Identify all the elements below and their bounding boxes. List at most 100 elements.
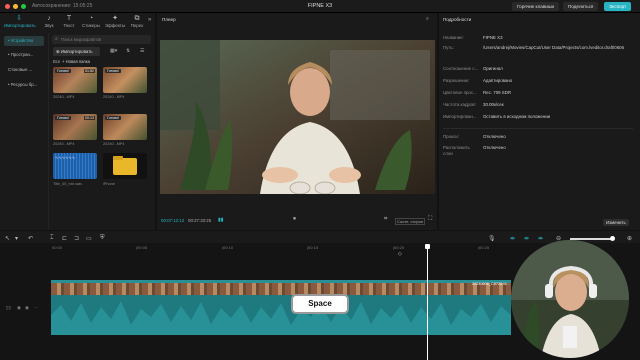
search-icon: ⌕ <box>55 36 58 42</box>
edit-button[interactable]: Изменить <box>603 219 629 226</box>
video-clip-track[interactable] <box>51 283 511 295</box>
new-folder-button[interactable]: + Новая папка <box>62 59 90 64</box>
hotkeys-button[interactable]: Горячие клавиши <box>512 2 560 11</box>
microphone-icon[interactable]: 🎙 <box>488 235 496 242</box>
fullscreen-icon[interactable]: ⛶ <box>428 216 432 223</box>
media-thumb-label: 20240...MP4 <box>103 95 125 99</box>
webcam-overlay <box>511 240 629 358</box>
sticker-icon: ◔ <box>88 15 94 22</box>
split-right-icon[interactable]: ⊐ <box>74 235 79 242</box>
detail-row: Цветовое прос... Rec. 709 SDR <box>443 90 512 95</box>
detail-row: Импортирован... Оставить в исходном полож… <box>443 114 551 119</box>
undo-icon[interactable]: ↶ <box>28 235 33 242</box>
export-button[interactable]: Экспорт <box>604 2 632 11</box>
track-lock-icon[interactable]: ▯▯ <box>6 305 11 311</box>
select-tool-icon[interactable]: ↖ <box>5 235 10 242</box>
more-tools-button[interactable]: » <box>148 17 151 23</box>
detail-row: Частота кадров: 30.00к/сек <box>443 102 504 107</box>
sidebar-item-brand[interactable]: • Ресурсы бр... <box>4 80 44 90</box>
waveform-toggle-icon[interactable]: ▮▮ <box>218 217 224 223</box>
track-more-icon[interactable]: ⋯ <box>34 305 39 311</box>
clip-duration: 01:52 <box>84 69 95 73</box>
sort-icon[interactable]: ⇅ <box>126 48 130 54</box>
media-thumb-label: 20240...MP4 <box>103 142 125 146</box>
player-menu-icon[interactable]: ≡ <box>426 16 429 22</box>
total-time: 00:27:33:25 <box>188 218 212 223</box>
track-visibility-icon[interactable]: ◉ <box>17 305 21 311</box>
ruler-label: 00:00 <box>52 245 63 250</box>
ruler-label: |00:05 <box>136 245 148 250</box>
filter-icon[interactable]: ☰ <box>140 48 144 54</box>
split-icon[interactable]: ⌶ <box>50 235 54 242</box>
split-left-icon[interactable]: ⊏ <box>62 235 67 242</box>
timeline-toolbar <box>0 231 640 243</box>
sidebar-divider <box>48 33 49 230</box>
media-thumb-label: 20240...MP4 <box>53 142 75 146</box>
video-preview[interactable] <box>160 40 435 194</box>
delete-icon[interactable]: ▭ <box>86 235 92 242</box>
import-button[interactable]: ⊕ Импортировать <box>53 47 100 56</box>
tool-effects[interactable]: ✦ Эффекты <box>104 14 126 28</box>
ruler-label: |00:20 <box>393 245 405 250</box>
clip-label: 20240606_C8726.M... <box>472 282 510 286</box>
sidebar-item-stock[interactable]: Стоковые ... <box>4 65 44 75</box>
transition-icon: ⧉ <box>134 15 140 22</box>
waveform-icon: ∿∿∿∿∿∿ <box>55 155 76 160</box>
tool-import[interactable]: ⇩ Импортировать <box>4 14 36 28</box>
tool-stickers[interactable]: ◔ Стикеры <box>80 14 102 28</box>
marker-icon[interactable]: ◇ <box>398 251 402 257</box>
key-overlay: Space <box>291 294 349 314</box>
text-icon: T <box>66 15 72 22</box>
aspect-ratio-button[interactable]: Соотн. сторон <box>395 218 426 225</box>
view-grid-icon[interactable]: ▦▾ <box>110 48 117 54</box>
top-toolbar: ⇩ Импортировать ♪ Звук T Текст ◔ Стикеры ✦ Эф… <box>0 13 155 33</box>
media-search[interactable]: ⌕ Поиск медиафайлов <box>52 35 151 44</box>
track-audio-icon[interactable]: ◉ <box>25 305 29 311</box>
link-icon[interactable]: ⇹ <box>524 235 529 242</box>
media-thumb[interactable]: Готово! <box>103 114 147 140</box>
detail-row: Соотношение с... Оригинал <box>443 66 503 71</box>
tool-transitions[interactable]: ⧉ Перех <box>128 14 146 28</box>
shield-icon[interactable]: ⛨ <box>100 235 105 242</box>
sidebar-item-space[interactable]: • Простран... <box>4 50 44 60</box>
status-badge: Готово! <box>55 116 72 120</box>
current-time: 00:07:12:12 <box>161 218 185 223</box>
media-thumb[interactable]: Готово! 01:52 <box>53 67 97 93</box>
audio-waveform <box>51 301 511 335</box>
effects-icon: ✦ <box>112 15 118 22</box>
ruler-label: |00:25 <box>478 245 490 250</box>
detail-row: Расположить слои Отключено <box>443 145 506 156</box>
audio-thumb[interactable]: ∿∿∿∿∿∿ <box>53 153 97 179</box>
media-thumb-label: 20240...MP4 <box>53 95 75 99</box>
zoom-in-icon[interactable]: ⊕ <box>627 235 632 242</box>
audio-track[interactable] <box>51 295 511 335</box>
tool-audio[interactable]: ♪ Звук <box>40 14 58 28</box>
media-thumb[interactable]: Готово! <box>103 67 147 93</box>
detail-row: Путь:/Users/andrej/Movies/CapCut/User Da… <box>443 45 625 50</box>
webcam-image <box>511 240 629 358</box>
preview-axis-icon[interactable]: ⇹ <box>538 235 543 242</box>
select-dropdown-icon[interactable]: ▾ <box>15 235 18 242</box>
zoom-slider-handle[interactable] <box>610 236 615 241</box>
share-button[interactable]: Поделиться <box>563 2 599 11</box>
player-title: Плеер <box>162 17 176 22</box>
media-thumb[interactable]: Готово! 00:13 <box>53 114 97 140</box>
detail-row: Разрешение: Адаптировано <box>443 78 513 83</box>
play-pause-button[interactable]: ⏸ <box>293 216 296 223</box>
crop-icon[interactable]: ⌗ <box>384 216 387 223</box>
sidebar-item-device[interactable]: • Устройство <box>4 36 44 46</box>
detail-row: Название: FIPNE X3 <box>443 35 503 40</box>
playhead-handle[interactable] <box>425 244 430 249</box>
status-badge: Готово! <box>105 116 122 120</box>
folder-icon <box>113 158 137 175</box>
playhead[interactable] <box>427 245 428 360</box>
search-input[interactable]: Поиск медиафайлов <box>61 37 101 42</box>
ruler-label: |00:10 <box>222 245 234 250</box>
media-thumb-label: Title_00_mix.wav <box>53 182 83 186</box>
tool-text[interactable]: T Текст <box>60 14 78 28</box>
details-title: Подробности <box>443 17 472 22</box>
import-icon: ⇩ <box>16 15 22 22</box>
magnet-icon[interactable]: ⇹ <box>510 235 515 242</box>
folder-thumb[interactable] <box>103 153 147 179</box>
filter-all[interactable]: Все <box>53 59 60 64</box>
